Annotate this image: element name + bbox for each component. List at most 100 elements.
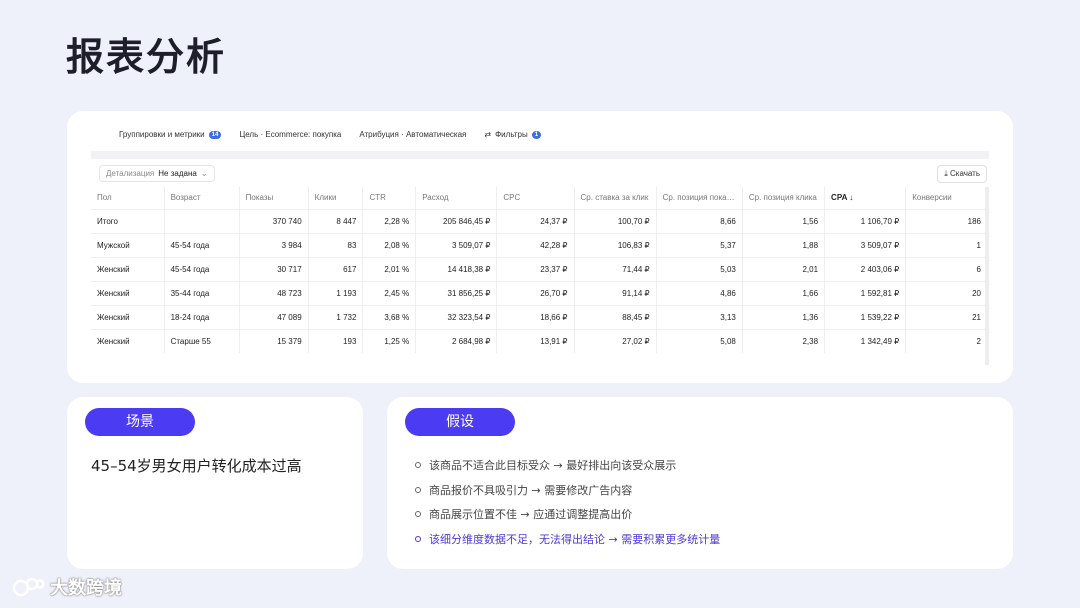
detail-select[interactable]: Детализация Не задана ⌄ xyxy=(99,165,215,182)
goal-button[interactable]: Цель · Ecommerce: покупка xyxy=(233,125,348,144)
column-header[interactable]: CPC xyxy=(496,187,575,209)
page-title: 报表分析 xyxy=(66,35,227,79)
table-cell: 5,03 xyxy=(655,256,743,281)
column-header[interactable]: Клики xyxy=(307,187,363,209)
logo-icon xyxy=(12,577,45,597)
table-cell: 1,36 xyxy=(741,304,825,329)
table-row[interactable]: Мужской 45-54 года 3 984 83 2,08 % 3 509,07 ₽… xyxy=(91,232,987,257)
column-header[interactable]: Конверсии xyxy=(905,187,987,209)
download-label: Скачать xyxy=(950,169,980,178)
hypothesis-text: 商品展示位置不佳 → 应通过调整提高出价 xyxy=(429,508,633,522)
table-cell: 186 xyxy=(905,208,987,233)
table-cell: 1,88 xyxy=(741,232,825,257)
table-cell: 26,70 ₽ xyxy=(496,280,575,305)
table-cell: 2,45 % xyxy=(362,280,416,305)
table-cell: 370 740 xyxy=(238,208,309,233)
column-header[interactable]: Возраст xyxy=(163,187,240,209)
table-body: Итого 370 740 8 447 2,28 % 205 846,45 ₽24,37… xyxy=(91,208,987,353)
table-cell: 6 xyxy=(905,256,987,281)
watermark-text: 大数跨境 xyxy=(50,578,122,599)
watermark-logo: 大数跨境 xyxy=(12,574,122,600)
toolbar-divider xyxy=(91,151,989,159)
goal-label: Цель · Ecommerce: покупка xyxy=(239,130,342,139)
bullet-icon xyxy=(415,462,421,469)
table-cell xyxy=(163,208,240,233)
detail-value: Не задана xyxy=(158,169,197,178)
table-cell: 31 856,25 ₽ xyxy=(415,280,497,305)
table-cell: 2,38 xyxy=(741,328,825,353)
table-row[interactable]: Женский 45-54 года 30 717 617 2,01 % 14 418,3… xyxy=(91,256,987,281)
filters-label: Фильтры xyxy=(495,130,528,139)
table-cell: Старше 55 xyxy=(163,328,240,353)
table-cell: 18,66 ₽ xyxy=(496,304,575,329)
table-row[interactable]: Женский 35-44 года 48 723 1 193 2,45 % 31 856… xyxy=(91,280,987,305)
table-cell: 205 846,45 ₽ xyxy=(415,208,497,233)
filters-button[interactable]: ⇄ Фильтры 1 xyxy=(478,125,548,144)
table-cell: 1,56 xyxy=(741,208,825,233)
grouping-metrics-button[interactable]: Группировки и метрики 14 xyxy=(113,125,228,144)
table-cell: 45-54 года xyxy=(163,232,240,257)
table-cell: 48 723 xyxy=(238,280,309,305)
column-header-sorted[interactable]: CPA ↓ xyxy=(824,187,906,209)
table-cell: 617 xyxy=(307,256,363,281)
table-cell: 2 403,06 ₽ xyxy=(824,256,906,281)
column-header[interactable]: Ср. позиция пока… xyxy=(655,187,743,209)
table-fade xyxy=(67,369,1013,383)
table-cell: 8,66 xyxy=(655,208,743,233)
download-button[interactable]: ⤓ Скачать xyxy=(937,165,987,183)
hypothesis-text: 商品报价不具吸引力 → 需要修改广告内容 xyxy=(429,483,633,497)
table-cell: 106,83 ₽ xyxy=(573,232,657,257)
scene-pill: 场景 xyxy=(85,408,195,436)
table-row[interactable]: Женский Старше 55 15 379 193 1,25 % 2 684,98 … xyxy=(91,328,987,353)
hypothesis-text: 该细分维度数据不足，无法得出结论 → 需要积累更多统计量 xyxy=(429,532,721,546)
chevron-down-icon: ⌄ xyxy=(200,169,208,178)
attribution-button[interactable]: Атрибуция · Автоматическая xyxy=(353,125,473,144)
table-cell: 35-44 года xyxy=(163,280,240,305)
detail-label: Детализация xyxy=(106,169,155,178)
bullet-icon xyxy=(415,535,421,542)
table-row[interactable]: Женский 18-24 года 47 089 1 732 3,68 % 32 323… xyxy=(91,304,987,329)
table-header-row: Пол Возраст Показы Клики CTR Расход CPC … xyxy=(91,187,987,209)
table-cell: 1 106,70 ₽ xyxy=(824,208,906,233)
hypothesis-item: 商品展示位置不佳 → 应通过调整提高出价 xyxy=(415,502,720,527)
table-cell: 3 984 xyxy=(238,232,309,257)
table-cell: 1 592,81 ₽ xyxy=(824,280,906,305)
table-cell: 13,91 ₽ xyxy=(496,328,575,353)
column-header[interactable]: Ср. позиция клика xyxy=(741,187,825,209)
table-cell: 2,08 % xyxy=(362,232,416,257)
table-row[interactable]: Итого 370 740 8 447 2,28 % 205 846,45 ₽24,37… xyxy=(91,208,987,233)
grouping-label: Группировки и метрики xyxy=(119,130,205,139)
table-cell: 42,28 ₽ xyxy=(496,232,575,257)
column-header[interactable]: Расход xyxy=(415,187,497,209)
scene-text: 45–54岁男女用户转化成本过高 xyxy=(91,457,302,475)
table-cell: 23,37 ₽ xyxy=(496,256,575,281)
table-cell: 3 509,07 ₽ xyxy=(824,232,906,257)
table-cell: 5,08 xyxy=(655,328,743,353)
download-icon: ⤓ xyxy=(944,169,948,178)
filters-count-badge: 1 xyxy=(531,130,542,139)
table-cell: 47 089 xyxy=(238,304,309,329)
column-header[interactable]: Показы xyxy=(238,187,309,209)
table-cell: 1 342,49 ₽ xyxy=(824,328,906,353)
table-cell: 24,37 ₽ xyxy=(496,208,575,233)
report-table: Пол Возраст Показы Клики CTR Расход CPC … xyxy=(91,187,987,353)
table-cell: Женский xyxy=(91,256,165,281)
table-cell: 27,02 ₽ xyxy=(573,328,657,353)
report-panel: Группировки и метрики 14 Цель · Ecommerc… xyxy=(67,111,1013,383)
table-cell: 91,14 ₽ xyxy=(573,280,657,305)
bullet-icon xyxy=(415,486,421,493)
table-cell: 30 717 xyxy=(238,256,309,281)
table-cell: 100,70 ₽ xyxy=(573,208,657,233)
table-cell: 20 xyxy=(905,280,987,305)
table-cell: Женский xyxy=(91,280,165,305)
column-header[interactable]: Пол xyxy=(91,187,164,209)
table-cell: 45-54 года xyxy=(163,256,240,281)
table-cell: 2,01 % xyxy=(362,256,416,281)
column-header[interactable]: CTR xyxy=(362,187,416,209)
column-header[interactable]: Ср. ставка за клик xyxy=(573,187,657,209)
hypothesis-item: 该细分维度数据不足，无法得出结论 → 需要积累更多统计量 xyxy=(415,527,720,552)
table-cell: 3,13 xyxy=(655,304,743,329)
table-cell: Итого xyxy=(91,208,165,233)
vertical-scrollbar[interactable] xyxy=(985,187,989,365)
hypothesis-item: 该商品不适合此目标受众 → 最好排出向该受众展示 xyxy=(415,453,720,478)
